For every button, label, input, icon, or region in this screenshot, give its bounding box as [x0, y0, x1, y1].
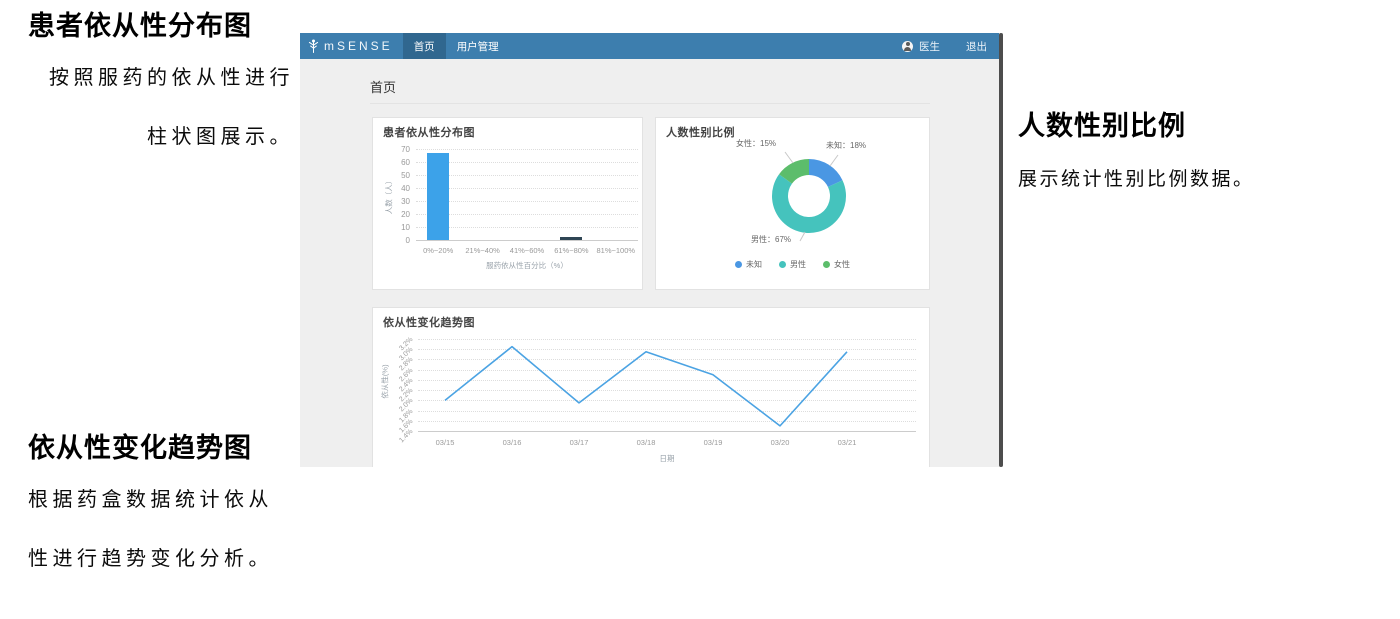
annotation-line: 柱状图展示。 — [28, 108, 294, 167]
legend-dot-icon — [735, 261, 742, 268]
trend-line-svg — [373, 308, 931, 467]
app-navbar: mSENSE 首页 用户管理 医生 退出 — [300, 33, 999, 59]
trend-line — [445, 347, 847, 426]
x-tick-label: 0%~20% — [413, 246, 463, 255]
annotation-title: 依从性变化趋势图 — [28, 426, 300, 465]
panel-compliance-distribution: 患者依从性分布图 0102030405060700%~20%21%~40%41%… — [372, 117, 643, 290]
x-tick-label: 61%~80% — [546, 246, 596, 255]
donut-chart: 未知：18% 男性：67% 女性：15% 未知 男性 女性 — [656, 118, 929, 289]
tab-home[interactable]: 首页 — [403, 33, 446, 59]
y-axis-label: 人数（人） — [384, 168, 395, 224]
navbar-right: 医生 退出 — [902, 33, 987, 59]
panel-compliance-trend: 依从性变化趋势图 1.4%1.6%1.8%2.0%2.2%2.4%2.6%2.8… — [372, 307, 930, 467]
x-tick-label: 41%~60% — [502, 246, 552, 255]
gridline — [416, 149, 638, 150]
legend-item: 女性 — [823, 259, 850, 270]
line-chart: 1.4%1.6%1.8%2.0%2.2%2.4%2.6%2.8%3.0%3.2%… — [373, 308, 929, 467]
app-scrollbar[interactable] — [999, 33, 1003, 467]
annotation-title: 人数性别比例 — [1018, 104, 1338, 143]
annotation-title: 患者依从性分布图 — [28, 4, 294, 43]
app-content: 首页 患者依从性分布图 0102030405060700%~20%21%~40%… — [300, 59, 999, 467]
label-line — [830, 155, 838, 166]
annotation-line: 根据药盒数据统计依从 — [28, 471, 300, 530]
gridline — [416, 175, 638, 176]
slice-label: 男性：67% — [751, 234, 791, 245]
annotation-text: 根据药盒数据统计依从 性进行趋势变化分析。 — [28, 471, 300, 589]
legend-dot-icon — [779, 261, 786, 268]
legend-label: 女性 — [834, 259, 850, 270]
annotation-text: 按照服药的依从性进行 柱状图展示。 — [28, 49, 294, 167]
msense-app-screenshot: mSENSE 首页 用户管理 医生 退出 首页 患者依从性分布图 0102030… — [300, 33, 1003, 467]
panel-gender-ratio: 人数性别比例 未知：18%男性：67%女性：15%未知男性女性 — [655, 117, 930, 290]
page-title: 首页 — [370, 77, 396, 96]
y-tick-label: 60 — [373, 158, 410, 167]
bar — [427, 153, 449, 240]
x-tick-label: 21%~40% — [458, 246, 508, 255]
annotation-patient-distribution: 患者依从性分布图 按照服药的依从性进行 柱状图展示。 — [28, 4, 294, 167]
logout-link[interactable]: 退出 — [966, 39, 987, 54]
user-link[interactable]: 医生 — [919, 39, 940, 54]
y-axis-label: 依从性(%) — [380, 354, 391, 410]
annotation-compliance-trend: 依从性变化趋势图 根据药盒数据统计依从 性进行趋势变化分析。 — [28, 426, 300, 589]
y-tick-label: 10 — [373, 223, 410, 232]
x-axis-label: 服药依从性百分比（%） — [416, 260, 638, 271]
x-axis-label: 日期 — [418, 453, 916, 464]
y-tick-label: 70 — [373, 145, 410, 154]
legend: 未知 男性 女性 — [656, 259, 929, 270]
legend-item: 未知 — [735, 259, 762, 270]
brand-name: mSENSE — [324, 39, 393, 53]
brand: mSENSE — [300, 33, 403, 59]
label-line — [785, 152, 793, 163]
gridline — [416, 188, 638, 189]
slice-label: 女性：15% — [736, 138, 776, 149]
legend-item: 男性 — [779, 259, 806, 270]
annotation-line: 性进行趋势变化分析。 — [28, 530, 300, 589]
y-tick-label: 0 — [373, 236, 410, 245]
annotation-text: 展示统计性别比例数据。 — [1018, 165, 1338, 195]
legend-dot-icon — [823, 261, 830, 268]
x-axis-line — [416, 240, 638, 241]
annotation-line: 展示统计性别比例数据。 — [1018, 165, 1338, 195]
label-line — [800, 232, 805, 241]
gridline — [416, 201, 638, 202]
gridline — [416, 162, 638, 163]
msense-logo-icon — [308, 39, 319, 53]
user-avatar-icon — [902, 41, 913, 52]
annotation-gender-ratio: 人数性别比例 展示统计性别比例数据。 — [1018, 104, 1338, 195]
gridline — [416, 214, 638, 215]
gridline — [416, 227, 638, 228]
title-divider — [370, 103, 930, 104]
bar — [560, 237, 582, 240]
annotation-line: 按照服药的依从性进行 — [28, 49, 294, 108]
slice-label: 未知：18% — [826, 140, 866, 151]
x-tick-label: 81%~100% — [591, 246, 641, 255]
legend-label: 男性 — [790, 259, 806, 270]
tab-user-management[interactable]: 用户管理 — [446, 33, 510, 59]
legend-label: 未知 — [746, 259, 762, 270]
